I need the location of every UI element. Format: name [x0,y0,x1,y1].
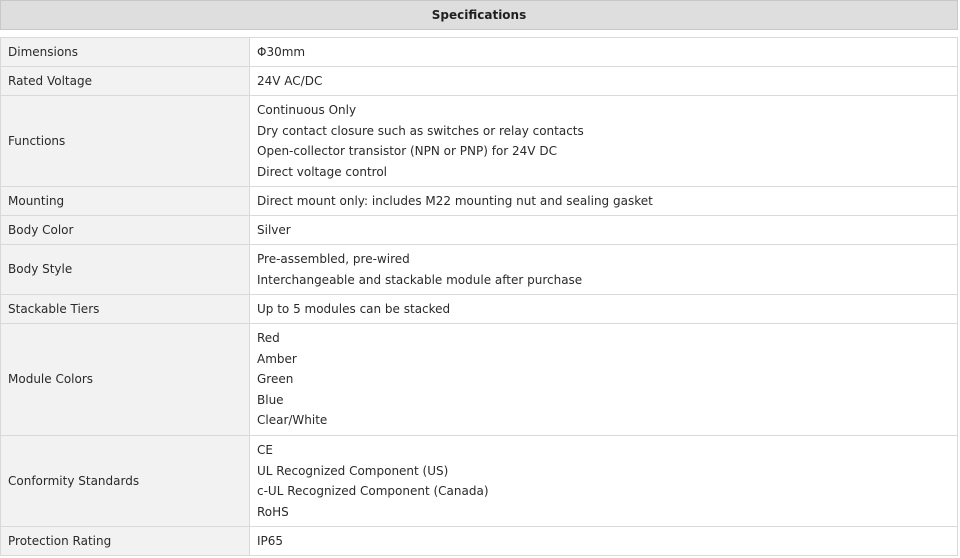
table-row: Protection Rating IP65 [0,526,958,556]
table-row: Module Colors Red Amber Green Blue Clear… [0,323,958,436]
spec-label-functions: Functions [0,95,250,187]
spec-value-conformity-standards: CE UL Recognized Component (US) c-UL Rec… [249,435,958,527]
spec-value-line: Φ30mm [257,44,306,59]
spec-value-line: Red [257,331,280,346]
spec-value-line: Blue [257,392,284,407]
spec-label-module-colors: Module Colors [0,323,250,436]
spec-value-module-colors: Red Amber Green Blue Clear/White [249,323,958,436]
table-row: Functions Continuous Only Dry contact cl… [0,95,958,187]
table-row: Conformity Standards CE UL Recognized Co… [0,435,958,527]
spec-value-line: Clear/White [257,413,328,428]
spec-value-line: Continuous Only [257,103,357,117]
spec-value-body-style: Pre-assembled, pre-wired Interchangeable… [249,244,958,295]
spec-value-stackable-tiers: Up to 5 modules can be stacked [249,294,958,324]
spec-value-line: RoHS [257,504,289,519]
spec-value-protection-rating: IP65 [249,526,958,556]
specifications-header: Specifications [0,0,958,30]
spec-label-dimensions: Dimensions [0,37,250,67]
spec-label-conformity-standards: Conformity Standards [0,435,250,527]
specifications-table: Dimensions Φ30mm Rated Voltage 24V AC/DC… [0,37,958,556]
spec-value-line: 24V AC/DC [257,73,323,88]
spec-value-rated-voltage: 24V AC/DC [249,66,958,96]
spec-value-body-color: Silver [249,215,958,245]
spec-value-line: Direct voltage control [257,164,387,179]
spec-value-line: UL Recognized Component (US) [257,463,449,478]
spec-value-line: Up to 5 modules can be stacked [257,301,451,316]
spec-value-line: IP65 [257,533,284,548]
spec-value-dimensions: Φ30mm [249,37,958,67]
spec-value-line: Open-collector transistor (NPN or PNP) f… [257,144,557,158]
spec-value-line: Dry contact closure such as switches or … [257,123,584,138]
spec-value-line: c-UL Recognized Component (Canada) [257,484,489,498]
spec-value-line: Direct mount only: includes M22 mounting… [257,193,653,208]
spec-label-stackable-tiers: Stackable Tiers [0,294,250,324]
spec-value-line: Interchangeable and stackable module aft… [257,272,583,287]
table-row: Mounting Direct mount only: includes M22… [0,186,958,216]
specifications-title: Specifications [431,8,527,22]
table-row: Body Style Pre-assembled, pre-wired Inte… [0,244,958,295]
spec-value-functions: Continuous Only Dry contact closure such… [249,95,958,187]
spec-label-body-color: Body Color [0,215,250,245]
table-row: Dimensions Φ30mm [0,37,958,67]
spec-value-line: CE [257,443,273,457]
spec-value-line: Amber [257,351,297,366]
table-row: Body Color Silver [0,215,958,245]
table-row: Stackable Tiers Up to 5 modules can be s… [0,294,958,324]
spec-value-line: Silver [257,222,291,237]
spec-label-body-style: Body Style [0,244,250,295]
spec-label-rated-voltage: Rated Voltage [0,66,250,96]
spec-value-line: Green [257,372,294,387]
spec-value-mounting: Direct mount only: includes M22 mounting… [249,186,958,216]
spec-label-protection-rating: Protection Rating [0,526,250,556]
spec-label-mounting: Mounting [0,186,250,216]
table-row: Rated Voltage 24V AC/DC [0,66,958,96]
spec-value-line: Pre-assembled, pre-wired [257,252,410,266]
